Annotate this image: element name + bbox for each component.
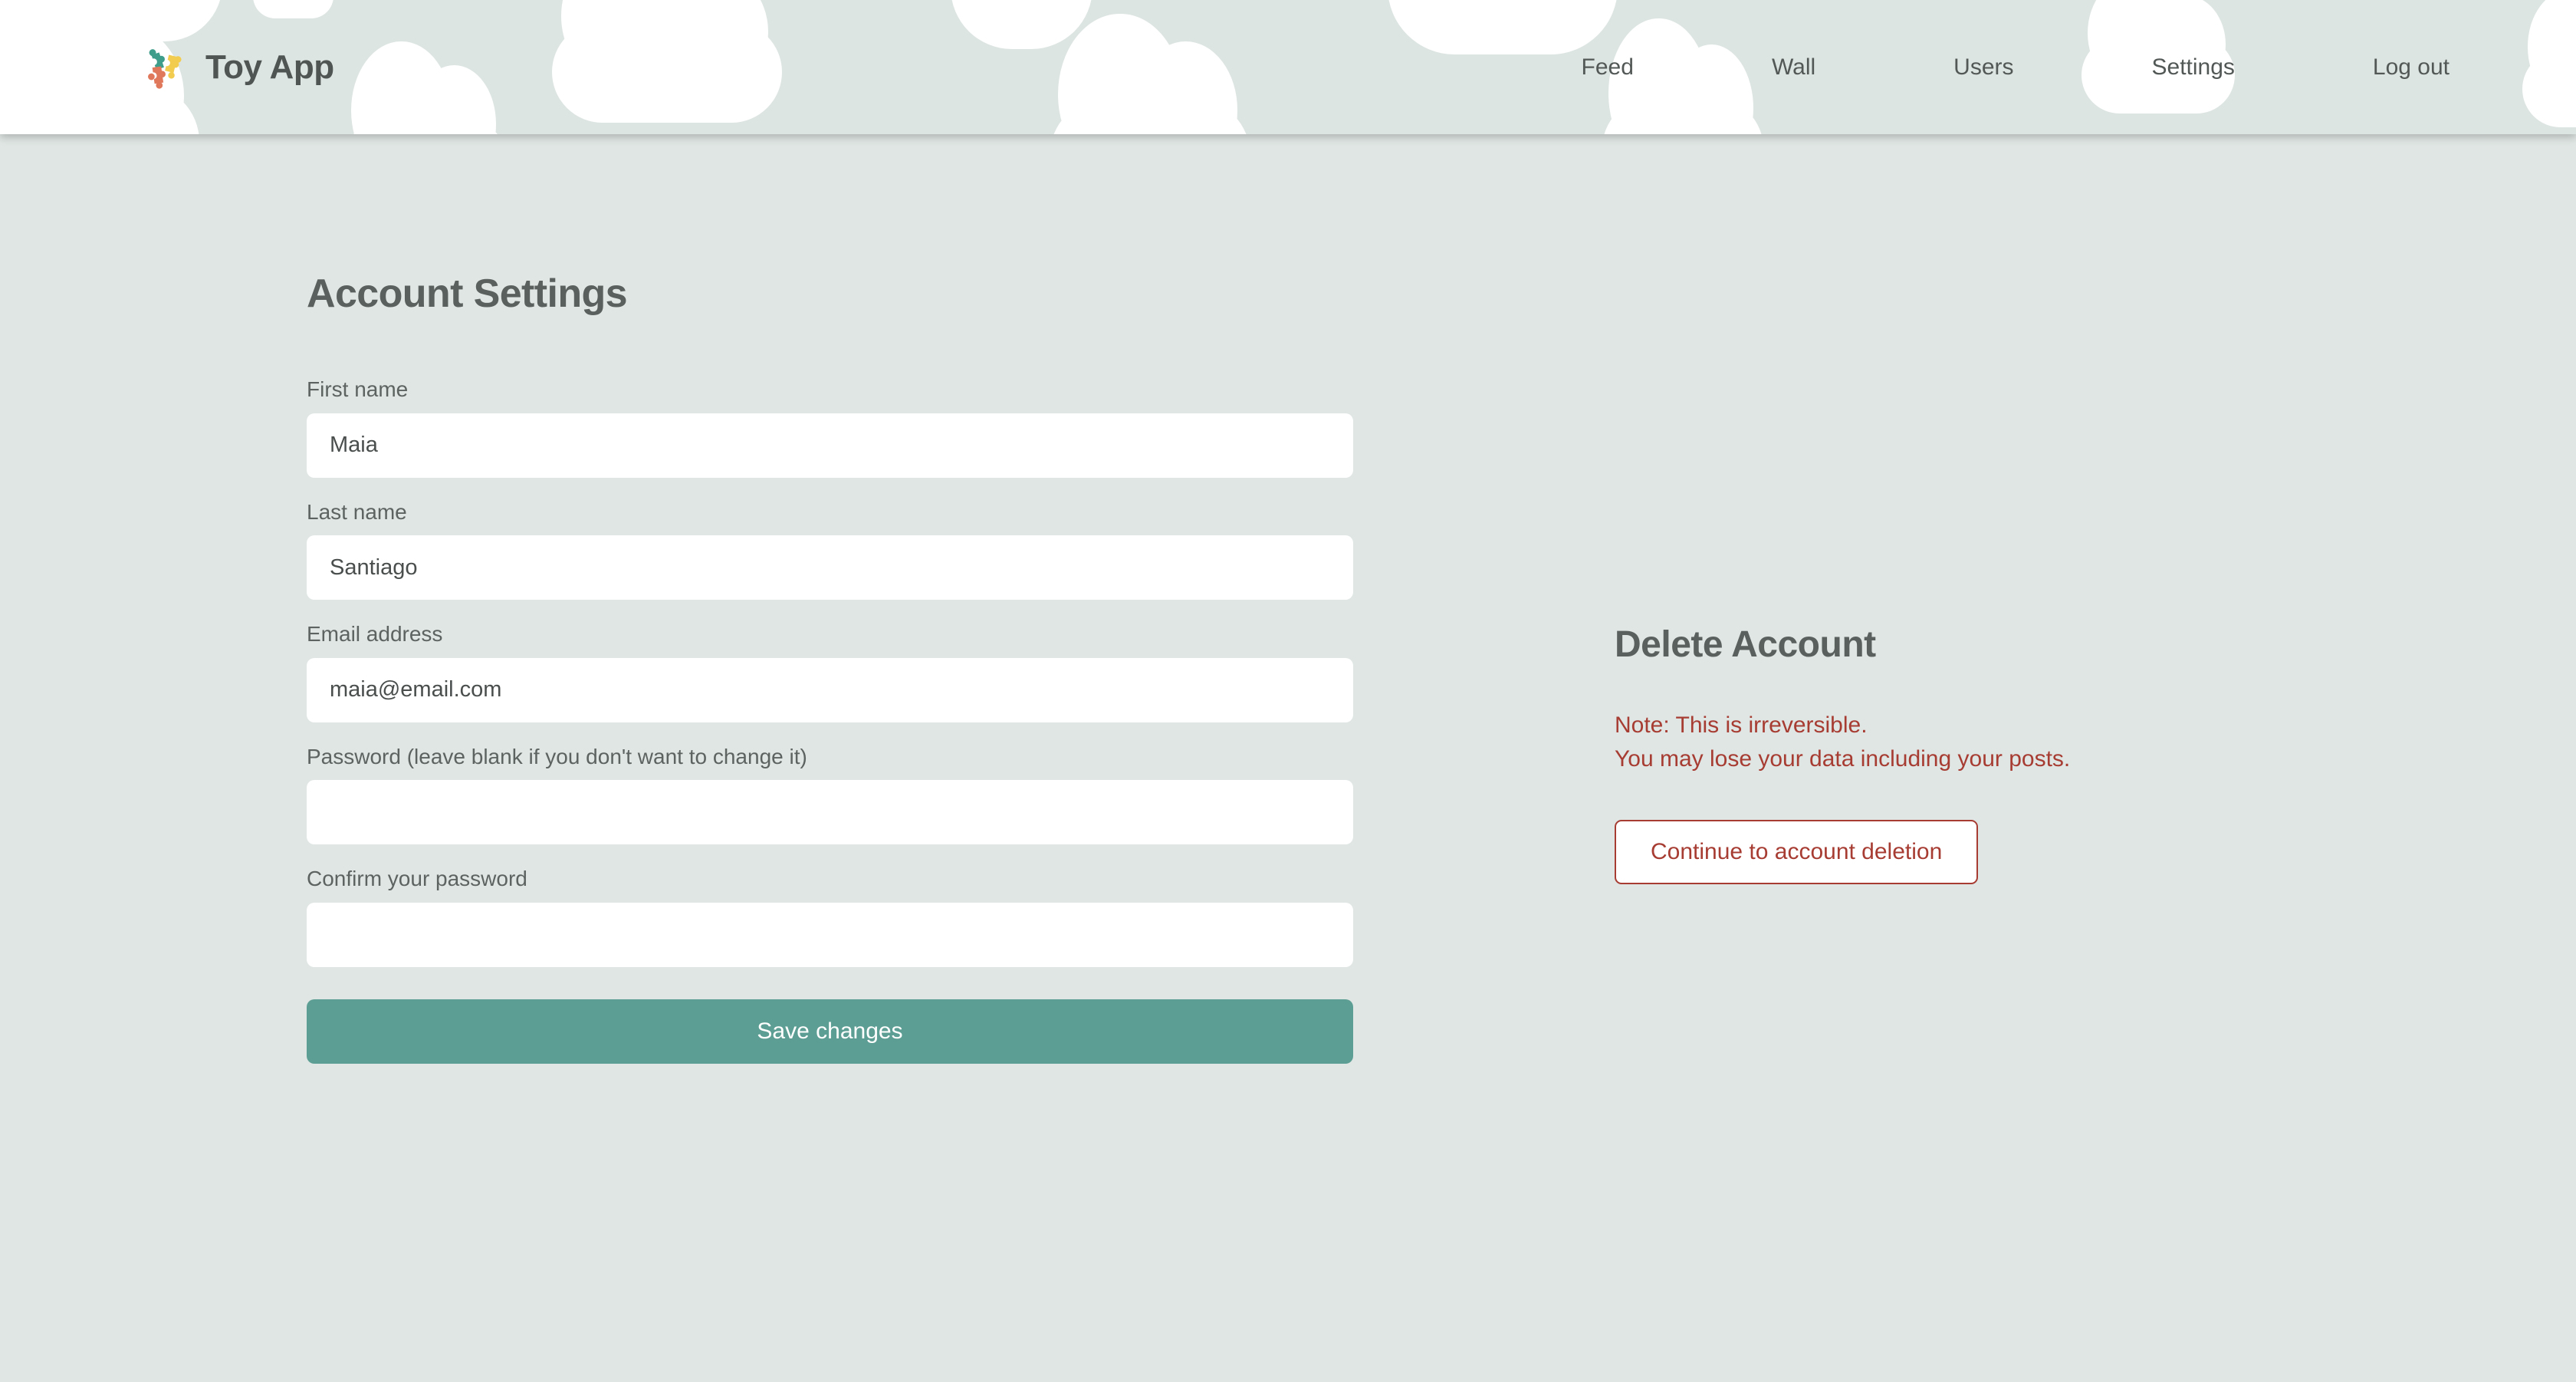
nav-item-feed[interactable]: Feed (1574, 48, 1641, 87)
nav-item-logout[interactable]: Log out (2365, 48, 2457, 87)
save-changes-button[interactable]: Save changes (307, 999, 1353, 1064)
brand-title: Toy App (205, 48, 334, 86)
last-name-input[interactable] (307, 535, 1353, 601)
delete-account-warning: Note: This is irreversible. You may lose… (1615, 709, 2228, 777)
first-name-label: First name (307, 377, 409, 401)
nav-item-settings[interactable]: Settings (2144, 48, 2242, 87)
delete-account-section: Delete Account Note: This is irreversibl… (1615, 624, 2228, 884)
delete-warning-line-1: Note: This is irreversible. (1615, 712, 1868, 738)
password-label: Password (leave blank if you don't want … (307, 744, 807, 768)
field-email-address: Email address (307, 621, 1353, 722)
field-confirm-password: Confirm your password (307, 866, 1353, 967)
field-first-name: First name (307, 377, 1353, 478)
confirm-password-label: Confirm your password (307, 867, 527, 891)
main-navigation: Feed Wall Users Settings Log out (1574, 48, 2457, 87)
email-address-label: Email address (307, 622, 443, 647)
continue-to-account-deletion-button[interactable]: Continue to account deletion (1615, 819, 1979, 884)
nav-item-wall[interactable]: Wall (1764, 48, 1823, 87)
first-name-input[interactable] (307, 413, 1353, 478)
delete-account-title: Delete Account (1615, 624, 1876, 665)
account-settings-section: Account Settings First name Last name Em… (307, 271, 1353, 1064)
delete-warning-line-2: You may lose your data including your po… (1615, 746, 2071, 772)
password-input[interactable] (307, 780, 1353, 845)
account-settings-form: First name Last name Email address Passw… (307, 377, 1353, 1064)
field-password: Password (leave blank if you don't want … (307, 744, 1353, 845)
email-address-input[interactable] (307, 657, 1353, 722)
brand-logo-link[interactable]: Toy App (138, 44, 334, 91)
last-name-label: Last name (307, 499, 407, 524)
puzzle-pieces-icon (148, 48, 182, 89)
page-body: Account Settings First name Last name Em… (0, 134, 2576, 1382)
page-title: Account Settings (307, 271, 628, 316)
site-header: Toy App Feed Wall Users Settings Log out (0, 0, 2576, 134)
confirm-password-input[interactable] (307, 902, 1353, 967)
nav-item-users[interactable]: Users (1946, 48, 2021, 87)
field-last-name: Last name (307, 499, 1353, 601)
